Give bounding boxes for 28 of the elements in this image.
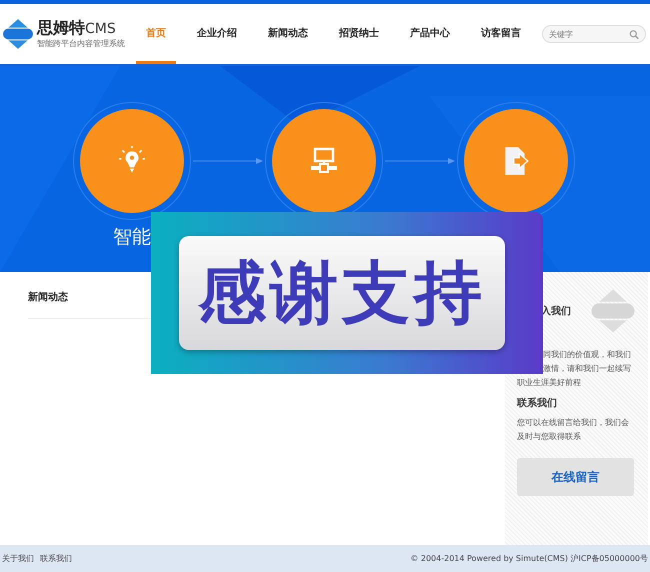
copyright-text: © 2004-2014 Powered by Simute(CMS) 沪ICP备05000000号 <box>410 553 648 564</box>
logo-tagline: 智能跨平台内容管理系统 <box>37 38 125 49</box>
search-bar[interactable]: 关键字 <box>542 25 646 43</box>
footer-link[interactable]: 联系我们 <box>40 553 72 564</box>
search-icon[interactable] <box>629 28 639 40</box>
sidebar-text: 同我们的价值观，和我们 <box>542 349 632 361</box>
nav-tab[interactable]: 招贤纳士 <box>329 4 389 64</box>
network-icon <box>310 146 338 176</box>
nav-tab[interactable]: 产品中心 <box>400 4 460 64</box>
arrow-icon <box>193 158 263 164</box>
logo-icon <box>590 288 636 334</box>
nav-tab[interactable]: 访客留言 <box>471 4 531 64</box>
message-button[interactable]: 在线留言 <box>517 458 634 496</box>
feature-label: 智能 <box>113 225 151 250</box>
logo-icon <box>2 18 34 50</box>
sidebar-text: 职业生涯美好前程 <box>517 377 582 389</box>
overlay-text: 感谢支持 <box>198 252 486 334</box>
sidebar-heading: 联系我们 <box>517 396 558 410</box>
footer-link[interactable]: 关于我们 <box>2 553 34 564</box>
feature-circle[interactable] <box>272 109 376 213</box>
nav-tab[interactable]: 新闻动态 <box>258 4 318 64</box>
sidebar-text: 您可以在线留言给我们，我们会及时与您取得联系 <box>517 417 630 443</box>
sidebar-text: 激情，请和我们一起续写 <box>542 363 632 375</box>
nav-tab[interactable]: 企业介绍 <box>187 4 247 64</box>
arrow-icon <box>385 158 455 164</box>
search-field[interactable]: 关键字 <box>549 30 629 38</box>
logo-name: 思姆特CMS <box>37 19 117 38</box>
section-title: 新闻动态 <box>28 290 69 304</box>
